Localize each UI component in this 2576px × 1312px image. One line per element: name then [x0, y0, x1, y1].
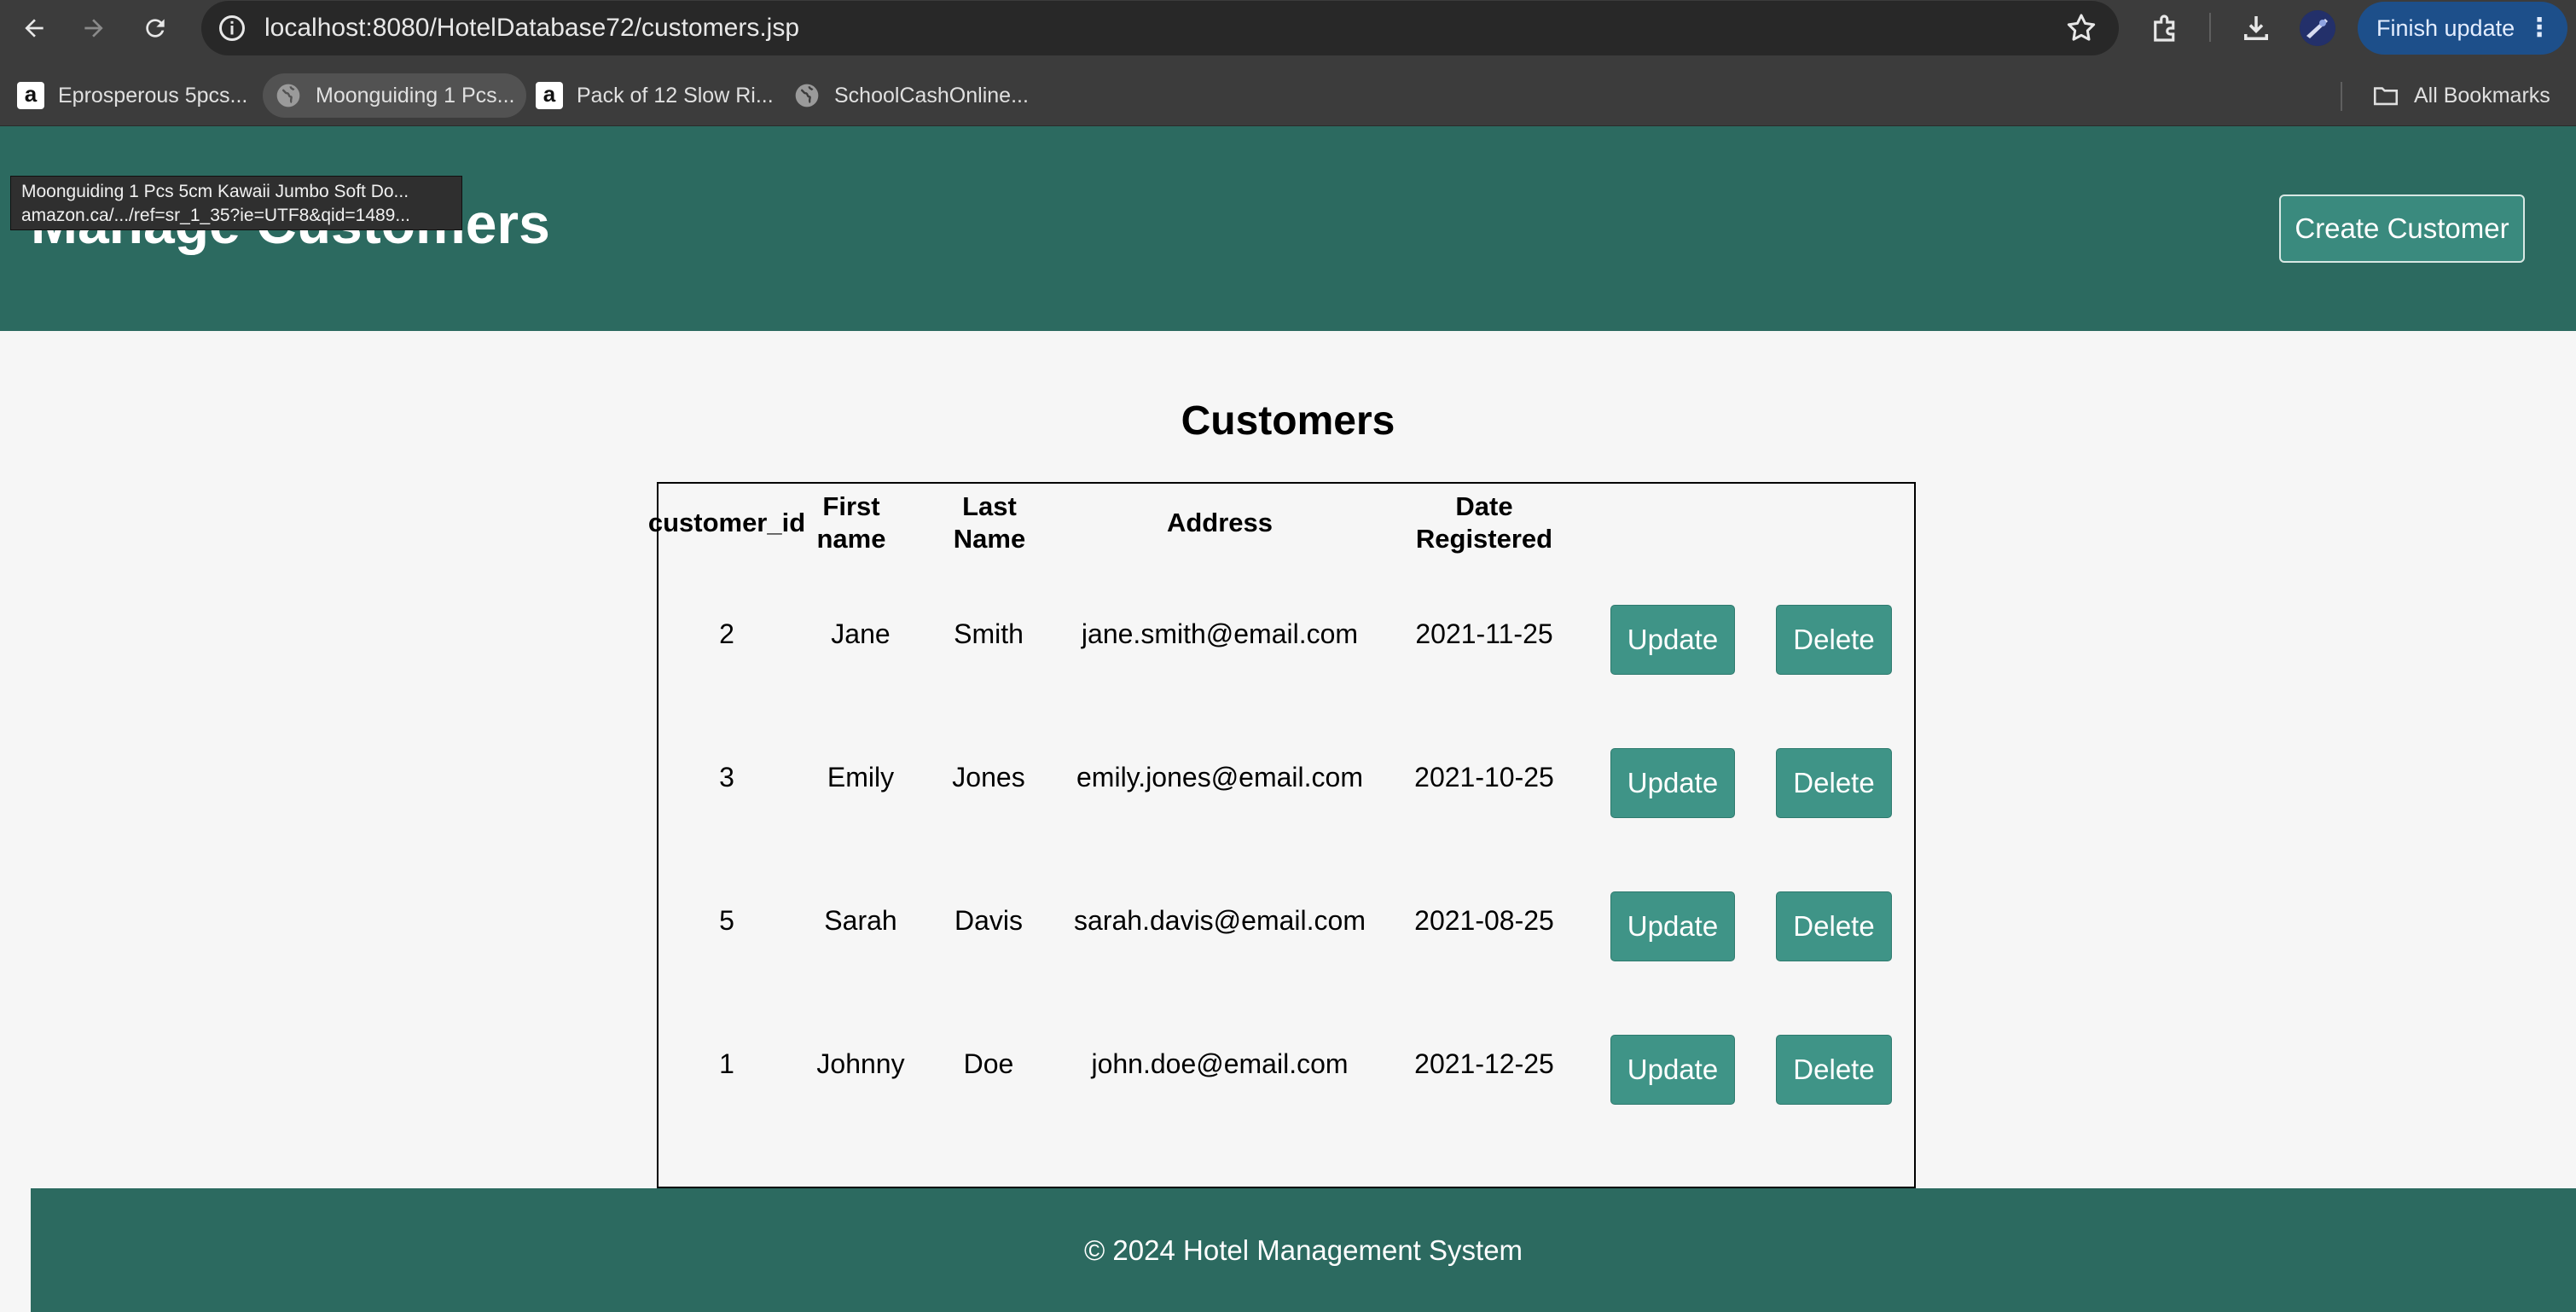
update-button[interactable]: Update — [1610, 605, 1735, 675]
delete-button[interactable]: Delete — [1776, 605, 1892, 675]
cell-customer-id: 2 — [719, 618, 734, 649]
footer-copyright: © 2024 Hotel Management System — [1083, 1234, 1523, 1266]
page-footer: © 2024 Hotel Management System — [31, 1188, 2576, 1312]
profile-avatar[interactable] — [2300, 10, 2335, 46]
create-customer-button[interactable]: Create Customer — [2279, 194, 2525, 263]
cell-first-name: Sarah — [824, 905, 897, 936]
link-tooltip: Moonguiding 1 Pcs 5cm Kawaii Jumbo Soft … — [10, 176, 462, 230]
cell-customer-id: 1 — [719, 1048, 734, 1079]
tooltip-title: Moonguiding 1 Pcs 5cm Kawaii Jumbo Soft … — [21, 182, 409, 201]
browser-window: localhost:8080/HotelDatabase72/customers… — [0, 0, 2576, 1312]
delete-button[interactable]: Delete — [1776, 748, 1892, 818]
cell-address: sarah.davis@email.com — [1074, 905, 1366, 936]
cell-last-name: Jones — [952, 762, 1025, 792]
all-bookmarks-label: All Bookmarks — [2414, 83, 2550, 107]
cell-date-registered: 2021-10-25 — [1414, 762, 1554, 792]
bookmark-item[interactable]: Moonguiding 1 Pcs... — [263, 73, 527, 118]
bookmark-label: Eprosperous 5pcs... — [58, 83, 248, 107]
cell-address: jane.smith@email.com — [1081, 618, 1359, 649]
column-header-first-name: First name — [816, 491, 886, 554]
browser-toolbar: localhost:8080/HotelDatabase72/customers… — [0, 0, 2576, 56]
table-row: 5 Sarah Davis sarah.davis@email.com 2021… — [659, 849, 1914, 992]
delete-button[interactable]: Delete — [1776, 891, 1892, 961]
table-row: 1 Johnny Doe john.doe@email.com 2021-12-… — [659, 992, 1914, 1135]
bookmark-label: SchoolCashOnline... — [834, 83, 1029, 107]
folder-icon — [2373, 87, 2399, 106]
extensions-icon[interactable] — [2148, 10, 2184, 46]
cell-address: emily.jones@email.com — [1076, 762, 1363, 792]
update-button[interactable]: Update — [1610, 891, 1735, 961]
cell-customer-id: 3 — [719, 762, 734, 792]
cell-first-name: Jane — [831, 618, 891, 649]
cell-last-name: Davis — [954, 905, 1023, 936]
bookmark-star-icon[interactable] — [2064, 11, 2098, 45]
amazon-icon: a — [17, 82, 44, 109]
url-text[interactable]: localhost:8080/HotelDatabase72/customers… — [264, 1, 799, 55]
amazon-icon: a — [536, 82, 563, 109]
cell-last-name: Doe — [963, 1048, 1014, 1079]
cell-first-name: Emily — [827, 762, 895, 792]
bookmark-label: Moonguiding 1 Pcs... — [316, 83, 515, 107]
bookmark-item[interactable]: a Pack of 12 Slow Ri... — [524, 73, 786, 118]
update-button[interactable]: Update — [1610, 748, 1735, 818]
delete-button[interactable]: Delete — [1776, 1035, 1892, 1105]
cell-date-registered: 2021-08-25 — [1414, 905, 1554, 936]
bookmark-item[interactable]: SchoolCashOnline... — [781, 73, 1041, 118]
finish-update-label: Finish update — [2376, 15, 2515, 41]
cell-first-name: Johnny — [816, 1048, 905, 1079]
reload-icon — [146, 19, 165, 38]
download-icon[interactable] — [2238, 10, 2274, 46]
update-button[interactable]: Update — [1610, 1035, 1735, 1105]
bookmark-label: Pack of 12 Slow Ri... — [577, 83, 774, 107]
table-row: 2 Jane Smith jane.smith@email.com 2021-1… — [659, 562, 1914, 705]
all-bookmarks-button[interactable]: All Bookmarks — [2371, 73, 2550, 118]
globe-icon — [795, 84, 819, 107]
section-title: Customers — [1181, 398, 1395, 444]
bookmarks-bar: a Eprosperous 5pcs... Moonguiding 1 Pcs.… — [0, 56, 2576, 126]
customers-table: customer_id First name Last Name Address… — [647, 482, 1916, 1188]
back-button[interactable] — [14, 8, 55, 49]
cell-address: john.doe@email.com — [1091, 1048, 1349, 1079]
bookmark-item[interactable]: a Eprosperous 5pcs... — [5, 73, 259, 118]
column-header-address: Address — [1166, 508, 1273, 537]
column-header-last-name: Last Name — [953, 491, 1026, 554]
more-menu-icon: ⋮ — [2527, 14, 2552, 42]
reload-button[interactable] — [135, 8, 176, 49]
cell-date-registered: 2021-11-25 — [1415, 618, 1553, 649]
finish-update-button[interactable]: Finish update ⋮ — [2358, 2, 2567, 55]
table-row: 3 Emily Jones emily.jones@email.com 2021… — [659, 705, 1914, 849]
cell-last-name: Smith — [954, 618, 1024, 649]
forward-button[interactable] — [73, 8, 114, 49]
address-bar[interactable]: localhost:8080/HotelDatabase72/customers… — [201, 1, 2119, 55]
globe-icon — [276, 84, 300, 107]
bookmarks-divider — [2341, 82, 2342, 111]
column-header-date-registered: Date Registered — [1415, 491, 1553, 554]
column-header-customer-id: customer_id — [647, 508, 806, 537]
arrow-right-icon — [84, 19, 103, 38]
tooltip-url: amazon.ca/.../ref=sr_1_35?ie=UTF8&qid=14… — [21, 206, 410, 225]
arrow-left-icon — [25, 19, 44, 38]
cell-customer-id: 5 — [719, 905, 734, 936]
toolbar-divider — [2209, 13, 2211, 42]
site-info-icon[interactable] — [217, 13, 247, 44]
profile-picture-icon — [2300, 10, 2335, 46]
cell-date-registered: 2021-12-25 — [1414, 1048, 1554, 1079]
